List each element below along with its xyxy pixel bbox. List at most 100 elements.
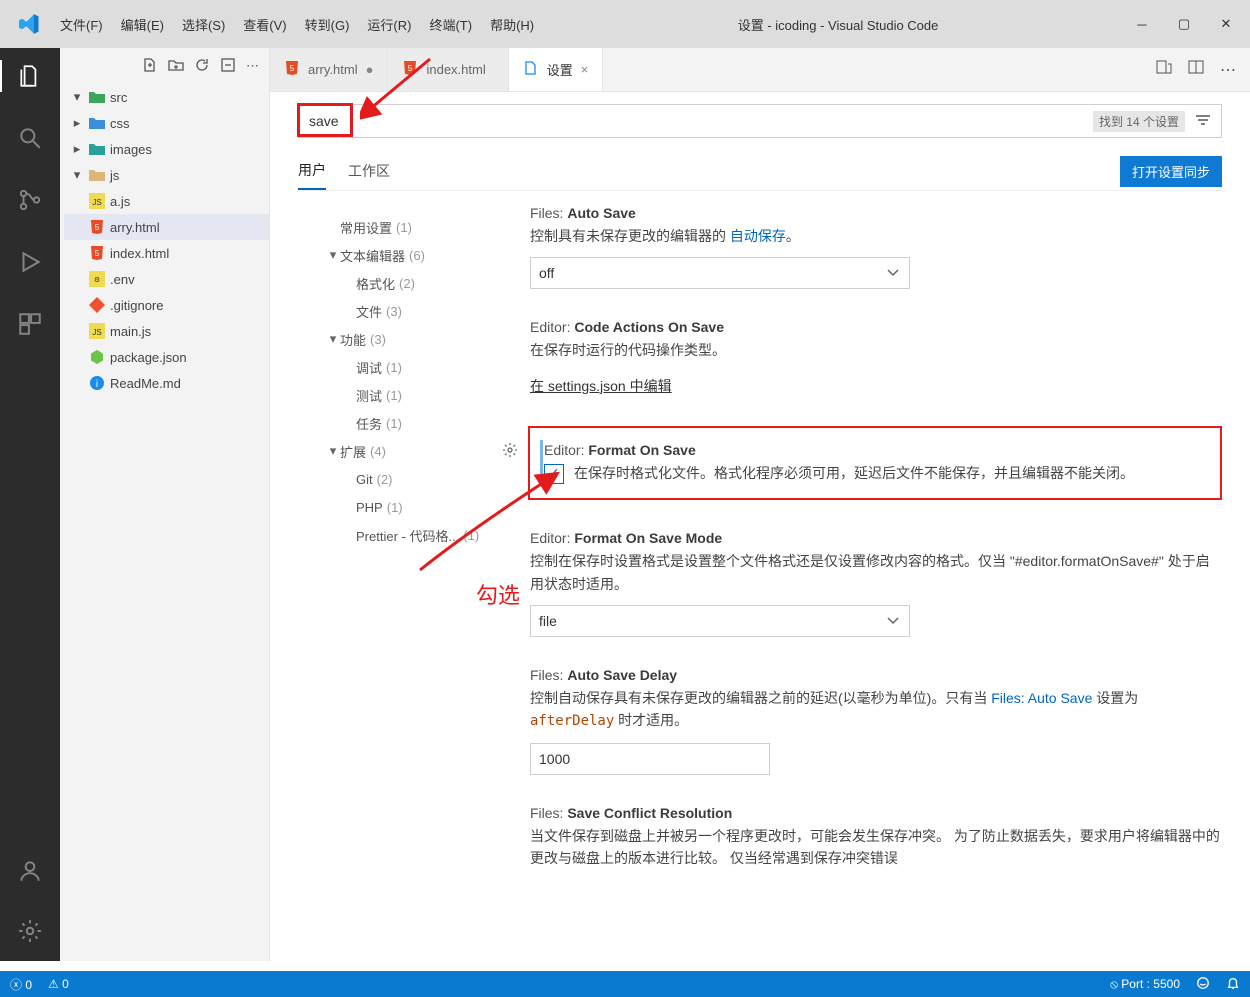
setting-code-actions-on-save: Editor: Code Actions On Save 在保存时运行的代码操作… [528,319,1222,395]
file-icon [88,116,106,130]
svg-text:JS: JS [92,198,101,207]
split-editor-icon[interactable] [1188,59,1204,80]
maximize-icon[interactable]: ▢ [1176,16,1192,32]
menu-bar: 文件(F) 编辑(E) 选择(S) 查看(V) 转到(G) 运行(R) 终端(T… [52,11,542,38]
refresh-icon[interactable] [194,57,210,76]
tree-item[interactable]: ▸images [64,136,269,162]
new-folder-icon[interactable] [168,57,184,76]
tree-item[interactable]: ▸css [64,110,269,136]
tab-close-icon[interactable]: ● [366,62,374,77]
search-value: save [309,113,339,129]
status-bell-icon[interactable] [1226,976,1240,993]
tree-item[interactable]: 5index.html [64,240,269,266]
toc-item[interactable]: 测试(1) [298,381,508,409]
open-changes-icon[interactable] [1156,59,1172,80]
toc-item[interactable]: ▾文本编辑器(6) [298,241,508,269]
tree-item[interactable]: ⚙.env [64,266,269,292]
activity-search[interactable] [0,118,60,158]
auto-save-delay-link[interactable]: Files: Auto Save [991,690,1092,706]
editor-tab[interactable]: 5arry.html● [270,48,388,91]
activity-explorer[interactable] [0,56,60,96]
svg-text:5: 5 [95,223,100,232]
new-file-icon[interactable] [142,57,158,76]
svg-text:i: i [96,379,98,390]
menu-help[interactable]: 帮助(H) [482,11,542,38]
collapse-icon[interactable] [220,57,236,76]
search-result-count: 找到 14 个设置 [1093,111,1185,132]
auto-save-delay-input[interactable] [530,743,770,775]
tree-item[interactable]: iReadMe.md [64,370,269,396]
menu-terminal[interactable]: 终端(T) [421,11,480,38]
format-on-save-checkbox[interactable]: ✓ [544,464,564,484]
toc-item[interactable]: 常用设置(1) [298,213,508,241]
activity-extensions[interactable] [0,304,60,344]
status-warnings[interactable]: ⚠ 0 [48,977,69,991]
tree-item[interactable]: ▾js [64,162,269,188]
minimize-icon[interactable]: ─ [1134,17,1150,32]
menu-go[interactable]: 转到(G) [297,11,358,38]
tab-more-icon[interactable]: ⋯ [1220,60,1236,80]
status-port[interactable]: ⦸ Port : 5500 [1110,977,1180,992]
file-icon: i [88,375,106,391]
toc-item[interactable]: 任务(1) [298,409,508,437]
activity-account[interactable] [0,851,60,891]
tab-actions: ⋯ [1156,48,1250,91]
menu-file[interactable]: 文件(F) [52,11,111,38]
auto-save-select[interactable]: off [530,257,910,289]
file-icon [88,90,106,104]
svg-text:JS: JS [92,328,101,337]
menu-edit[interactable]: 编辑(E) [113,11,172,38]
activity-debug[interactable] [0,242,60,282]
toc-item[interactable]: ▾扩展(4) [298,437,508,465]
open-settings-sync-button[interactable]: 打开设置同步 [1120,156,1222,187]
settings-list: Files: Auto Save 控制具有未保存更改的编辑器的 自动保存。 of… [508,205,1222,961]
editor-tab[interactable]: 设置× [509,48,604,91]
tab-close-icon[interactable]: × [581,62,589,77]
scope-workspace[interactable]: 工作区 [348,153,390,189]
more-icon[interactable]: ⋯ [246,58,259,74]
file-icon [88,297,106,313]
edit-in-settings-json-link[interactable]: 在 settings.json 中编辑 [530,378,672,394]
settings-search-input[interactable]: save 找到 14 个设置 [298,104,1222,138]
svg-text:5: 5 [95,249,100,258]
setting-format-on-save-mode: Editor: Format On Save Mode 控制在保存时设置格式是设… [528,530,1222,637]
tree-item[interactable]: .gitignore [64,292,269,318]
toc-item[interactable]: 文件(3) [298,297,508,325]
menu-selection[interactable]: 选择(S) [174,11,233,38]
tree-item[interactable]: ▾src [64,84,269,110]
toc-item[interactable]: Git(2) [298,465,508,493]
status-errors[interactable]: ⓧ 0 [10,976,32,993]
svg-text:⚙: ⚙ [94,276,100,284]
menu-run[interactable]: 运行(R) [359,11,419,38]
menu-view[interactable]: 查看(V) [235,11,294,38]
format-mode-select[interactable]: file [530,605,910,637]
annotation-check-label: 勾选 [476,578,520,610]
file-icon: 5 [88,219,106,235]
toc-item[interactable]: ▾功能(3) [298,325,508,353]
toc-item[interactable]: 格式化(2) [298,269,508,297]
tab-icon [523,60,539,79]
tree-item[interactable]: 5arry.html [64,214,269,240]
editor-area: 5arry.html●5index.html设置× ⋯ save 找到 14 个… [270,48,1250,961]
file-icon [88,349,106,365]
toc-item[interactable]: PHP(1) [298,493,508,521]
file-icon [88,168,106,182]
activity-scm[interactable] [0,180,60,220]
file-icon: 5 [88,245,106,261]
status-feedback-icon[interactable] [1196,976,1210,993]
activity-bar [0,48,60,961]
tree-item[interactable]: JSmain.js [64,318,269,344]
tree-item[interactable]: package.json [64,344,269,370]
gear-icon[interactable] [502,442,518,461]
toc-item[interactable]: 调试(1) [298,353,508,381]
window-title: 设置 - icoding - Visual Studio Code [542,15,1134,34]
editor-tab[interactable]: 5index.html [388,48,508,91]
toc-item[interactable]: Prettier - 代码格...(1) [298,521,508,549]
tree-item[interactable]: JSa.js [64,188,269,214]
filter-icon[interactable] [1195,112,1211,131]
scope-user[interactable]: 用户 [298,152,326,190]
activity-settings[interactable] [0,911,60,951]
explorer-sidebar: ⋯ ▾src▸css▸images▾jsJSa.js5arry.html5ind… [60,48,270,961]
auto-save-link[interactable]: 自动保存 [730,228,786,244]
close-icon[interactable]: ✕ [1218,16,1234,32]
